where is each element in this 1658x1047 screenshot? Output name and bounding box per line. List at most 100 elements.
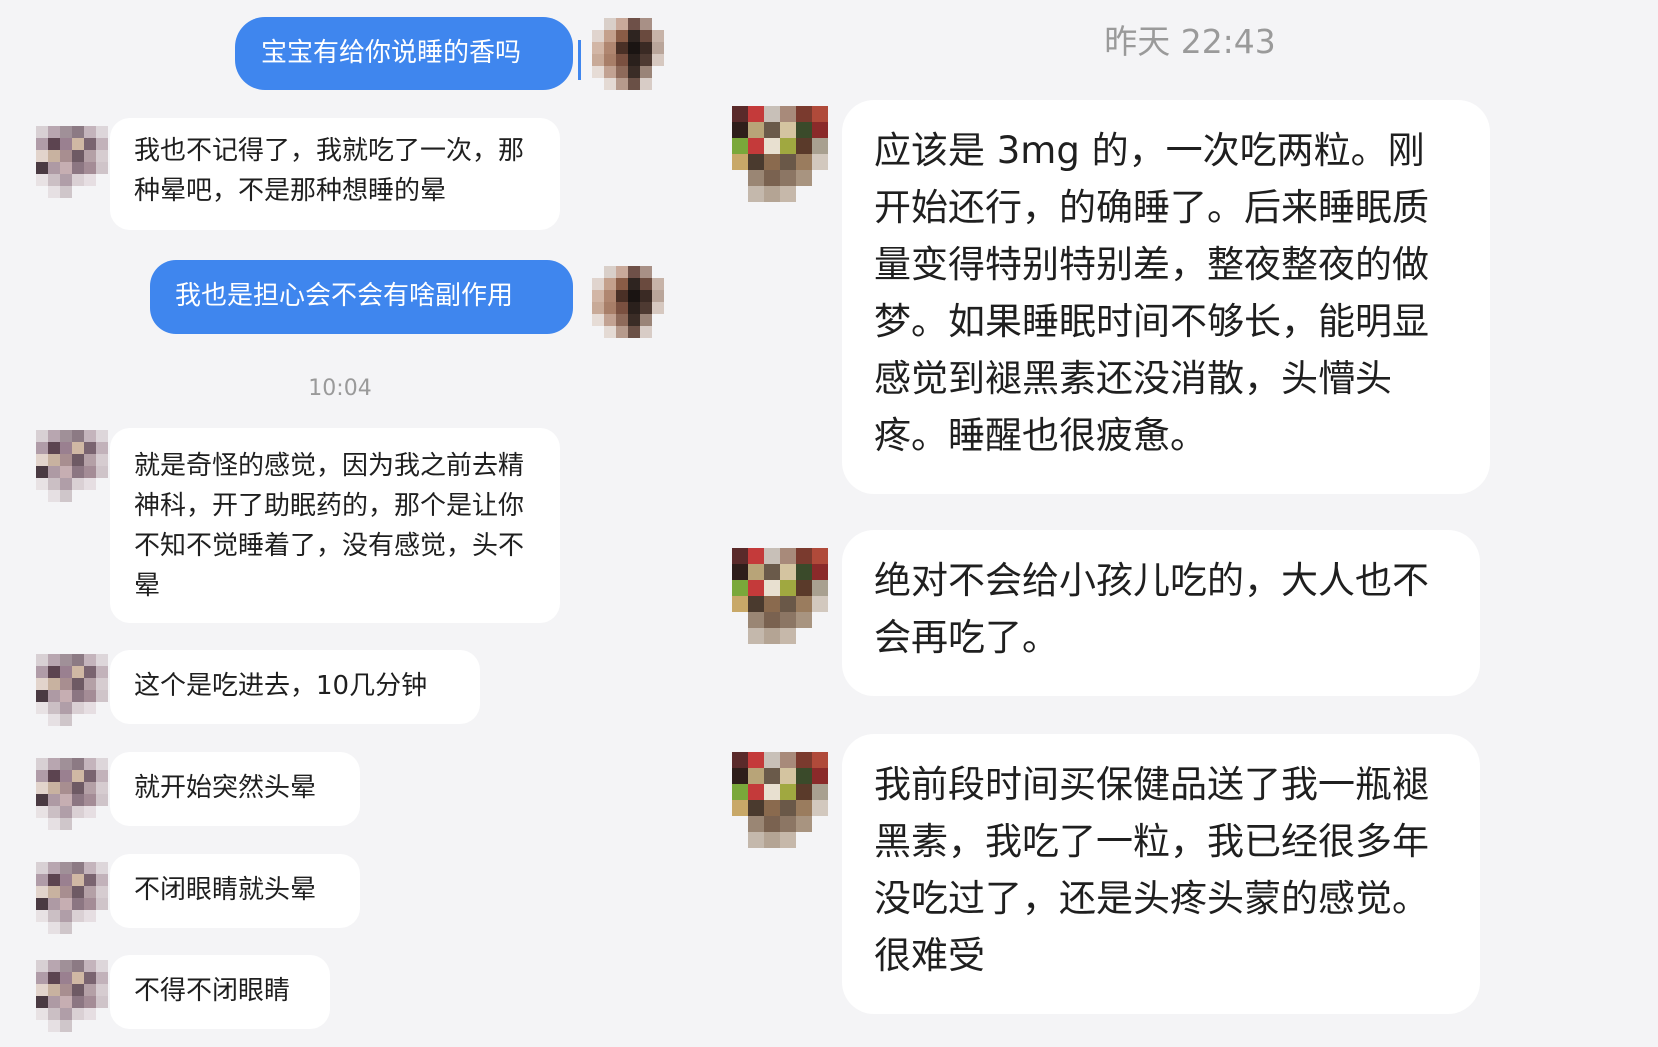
avatar-pixel xyxy=(96,666,108,678)
contact-avatar[interactable] xyxy=(36,862,108,934)
avatar-pixel xyxy=(764,784,780,800)
avatar-pixel xyxy=(796,548,812,564)
avatar-pixel xyxy=(72,782,84,794)
avatar-pixel xyxy=(60,1008,72,1020)
avatar-pixel xyxy=(96,898,108,910)
avatar-pixel xyxy=(36,466,48,478)
avatar-pixel xyxy=(812,832,828,848)
avatar-pixel xyxy=(592,18,604,30)
avatar-pixel xyxy=(36,886,48,898)
message-bubble-incoming[interactable]: 就开始突然头晕 xyxy=(110,752,360,826)
avatar-pixel xyxy=(96,960,108,972)
avatar-pixel xyxy=(640,78,652,90)
avatar-pixel xyxy=(748,170,764,186)
avatar-pixel xyxy=(796,628,812,644)
message-bubble-incoming[interactable]: 我前段时间买保健品送了我一瓶褪黑素，我吃了一粒，我已经很多年没吃过了，还是头疼头… xyxy=(842,734,1480,1014)
avatar-pixel xyxy=(96,466,108,478)
avatar-pixel xyxy=(96,984,108,996)
avatar-pixel xyxy=(36,758,48,770)
avatar-pixel xyxy=(796,106,812,122)
avatar-pixel xyxy=(84,442,96,454)
avatar-pixel xyxy=(96,654,108,666)
left-chat-panel: 宝宝有给你说睡的香吗 我也不记得了，我就吃了一次，那种晕吧，不是那种想睡的晕 我… xyxy=(0,0,690,1047)
contact-avatar[interactable] xyxy=(36,126,108,198)
avatar-pixel xyxy=(96,702,108,714)
avatar-pixel xyxy=(764,106,780,122)
avatar-pixel xyxy=(592,326,604,338)
avatar-pixel xyxy=(48,478,60,490)
contact-avatar[interactable] xyxy=(36,430,108,502)
avatar-pixel xyxy=(48,654,60,666)
avatar-pixel xyxy=(604,18,616,30)
avatar-pixel xyxy=(60,758,72,770)
avatar-pixel xyxy=(36,794,48,806)
avatar-pixel xyxy=(60,442,72,454)
avatar-pixel xyxy=(36,910,48,922)
contact-avatar[interactable] xyxy=(732,752,828,848)
avatar-pixel xyxy=(628,54,640,66)
avatar-pixel xyxy=(72,714,84,726)
avatar-pixel xyxy=(60,162,72,174)
avatar-pixel xyxy=(96,806,108,818)
avatar-pixel xyxy=(84,794,96,806)
avatar-pixel xyxy=(764,548,780,564)
avatar-pixel xyxy=(616,66,628,78)
avatar-pixel xyxy=(652,42,664,54)
avatar-pixel xyxy=(60,782,72,794)
avatar-pixel xyxy=(780,138,796,154)
avatar-pixel xyxy=(96,478,108,490)
message-bubble-incoming[interactable]: 我也不记得了，我就吃了一次，那种晕吧，不是那种想睡的晕 xyxy=(110,118,560,230)
avatar-pixel xyxy=(36,430,48,442)
message-bubble-incoming[interactable]: 不闭眼睛就头晕 xyxy=(110,854,360,928)
message-bubble-outgoing[interactable]: 我也是担心会不会有啥副作用 xyxy=(150,260,573,334)
avatar-pixel xyxy=(780,784,796,800)
avatar-pixel xyxy=(764,612,780,628)
avatar-pixel xyxy=(72,886,84,898)
avatar-pixel xyxy=(36,690,48,702)
self-avatar[interactable] xyxy=(592,266,664,338)
message-bubble-incoming[interactable]: 绝对不会给小孩儿吃的，大人也不会再吃了。 xyxy=(842,530,1480,696)
avatar-pixel xyxy=(72,922,84,934)
avatar-pixel xyxy=(652,66,664,78)
message-bubble-incoming[interactable]: 不得不闭眼睛 xyxy=(110,955,330,1029)
avatar-pixel xyxy=(84,714,96,726)
avatar-pixel xyxy=(72,466,84,478)
avatar-pixel xyxy=(652,314,664,326)
avatar-pixel xyxy=(84,126,96,138)
contact-avatar[interactable] xyxy=(732,106,828,202)
avatar-pixel xyxy=(604,314,616,326)
contact-avatar[interactable] xyxy=(36,960,108,1032)
avatar-pixel xyxy=(748,122,764,138)
contact-avatar[interactable] xyxy=(36,758,108,830)
contact-avatar[interactable] xyxy=(732,548,828,644)
avatar-pixel xyxy=(748,548,764,564)
avatar-pixel xyxy=(36,818,48,830)
avatar-pixel xyxy=(72,984,84,996)
avatar-pixel xyxy=(36,138,48,150)
avatar-pixel xyxy=(72,818,84,830)
avatar-pixel xyxy=(780,832,796,848)
avatar-pixel xyxy=(604,278,616,290)
contact-avatar[interactable] xyxy=(36,654,108,726)
avatar-pixel xyxy=(36,162,48,174)
avatar-pixel xyxy=(60,174,72,186)
avatar-pixel xyxy=(48,874,60,886)
message-bubble-incoming[interactable]: 应该是 3mg 的，一次吃两粒。刚开始还行，的确睡了。后来睡眠质量变得特别特别差… xyxy=(842,100,1490,494)
avatar-pixel xyxy=(796,752,812,768)
avatar-pixel xyxy=(72,702,84,714)
avatar-pixel xyxy=(84,862,96,874)
avatar-pixel xyxy=(96,922,108,934)
avatar-pixel xyxy=(72,806,84,818)
self-avatar[interactable] xyxy=(592,18,664,90)
avatar-pixel xyxy=(748,154,764,170)
avatar-pixel xyxy=(764,580,780,596)
avatar-pixel xyxy=(96,862,108,874)
avatar-pixel xyxy=(652,266,664,278)
avatar-pixel xyxy=(72,138,84,150)
message-bubble-incoming[interactable]: 这个是吃进去，10几分钟 xyxy=(110,650,480,724)
avatar-pixel xyxy=(36,782,48,794)
message-bubble-outgoing[interactable]: 宝宝有给你说睡的香吗 xyxy=(235,17,573,90)
message-bubble-incoming[interactable]: 就是奇怪的感觉，因为我之前去精神科，开了助眠药的，那个是让你不知不觉睡着了，没有… xyxy=(110,428,560,623)
avatar-pixel xyxy=(60,874,72,886)
avatar-pixel xyxy=(96,782,108,794)
